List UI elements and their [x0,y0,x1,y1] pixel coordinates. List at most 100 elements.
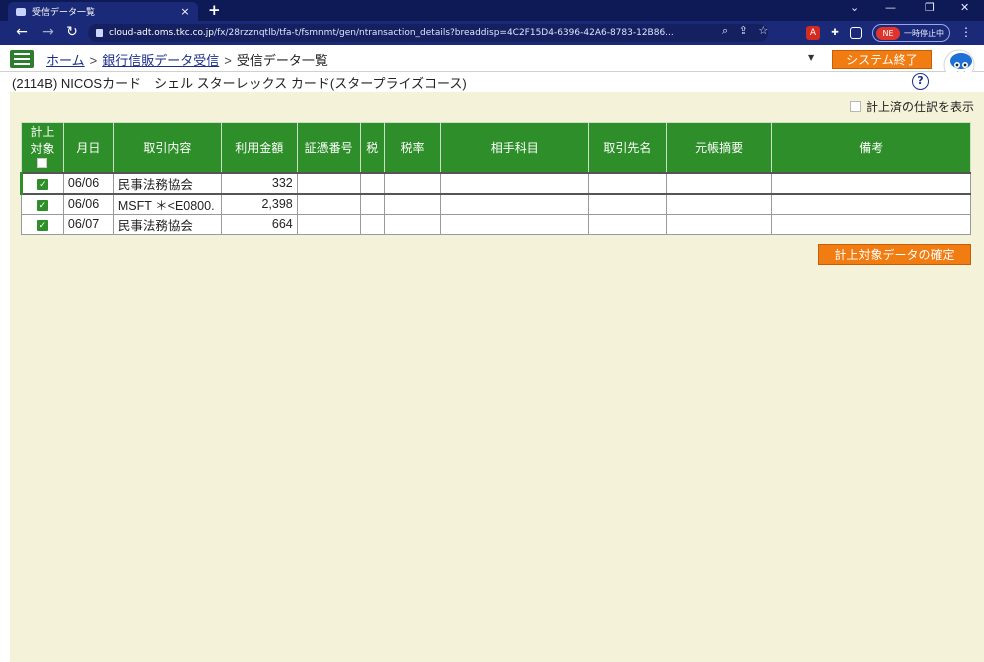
col-header-counter-account[interactable]: 相手科目 [440,122,589,173]
restore-icon[interactable]: ❐ [925,1,935,14]
col-header-voucher[interactable]: 証憑番号 [296,122,361,173]
col-header-description[interactable]: 取引内容 [112,122,222,173]
show-posted-label: 計上済の仕訳を表示 [865,100,974,114]
row-checkbox[interactable]: ✓ [36,200,48,211]
pause-label: 一時停止中 [904,28,944,38]
account-title: (2114B) NICOSカード シェル スターレックス カード(スタープライズ… [12,76,467,91]
ledger-memo-cell[interactable] [665,193,773,215]
row-checkbox[interactable]: ✓ [36,220,48,231]
menu-icon[interactable] [10,50,34,68]
confirm-posting-button[interactable]: 計上対象データの確定 [818,244,971,265]
tab-search-icon[interactable]: ⌄ [850,1,859,14]
row-checkbox[interactable]: ✓ [37,179,49,190]
profile-pause-pill[interactable]: NE 一時停止中 [872,24,950,42]
description-cell[interactable]: MSFT ＊<E0800. [112,193,222,215]
tab-close-icon[interactable]: × [178,5,192,18]
date-cell[interactable]: 06/06 [62,171,114,195]
row-check-cell[interactable]: ✓ [21,193,64,215]
col-header-check-line2: 対象 [30,142,55,157]
col-header-tax-rate[interactable]: 税率 [383,122,442,173]
partner-cell[interactable] [587,171,667,195]
main-content: 計上済の仕訳を表示 計上 対象 月日 取引内容 利用金額 証憑番号 税 税率 相… [10,92,984,662]
description-cell[interactable]: 民事法務協会 [112,213,222,235]
tax-rate-cell[interactable] [383,171,442,195]
browser-tab-strip: 受信データ一覧 × + ⌄ — ❐ ✕ [0,0,984,21]
table-header-row: 計上 対象 月日 取引内容 利用金額 証憑番号 税 税率 相手科目 取引先名 元… [21,122,971,173]
table-row[interactable]: ✓ 06/06 民事法務協会 332 [20,171,971,195]
browser-toolbar: ← → ↻ cloud-adt.oms.tkc.co.jp /fx/28rzzn… [0,21,984,45]
breadcrumb: ホーム > 銀行信販データ受信 > 受信データ一覧 [46,50,328,69]
browser-menu-icon[interactable]: ⋮ [960,25,972,39]
ledger-memo-cell[interactable] [665,171,773,195]
url-host: cloud-adt.oms.tkc.co.jp [109,28,214,38]
select-all-checkbox[interactable] [37,158,48,169]
col-header-ledger-memo[interactable]: 元帳摘要 [665,122,773,173]
tax-cell[interactable] [359,213,385,235]
chevron-down-icon[interactable]: ▼ [808,53,814,62]
zoom-icon[interactable]: ⌕ [722,24,728,37]
account-header: (2114B) NICOSカード シェル スターレックス カード(スタープライズ… [0,72,984,92]
voucher-cell[interactable] [296,193,361,215]
extension-pdf-icon[interactable]: A [806,26,820,40]
partner-cell[interactable] [587,213,667,235]
counter-account-cell[interactable] [440,213,589,235]
profile-avatar: NE [876,26,900,40]
col-header-check: 計上 対象 [21,122,64,173]
tax-rate-cell[interactable] [383,213,442,235]
tax-cell[interactable] [359,193,385,215]
tax-cell[interactable] [359,171,385,195]
breadcrumb-separator: > [89,53,98,68]
remarks-cell[interactable] [771,171,971,195]
breadcrumb-bank-data[interactable]: 銀行信販データ受信 [102,53,219,68]
remarks-cell[interactable] [771,213,971,235]
app-header: ホーム > 銀行信販データ受信 > 受信データ一覧 ▼ システム終了 [0,45,984,72]
show-posted-toggle[interactable]: 計上済の仕訳を表示 [849,98,974,115]
table-row[interactable]: ✓ 06/07 民事法務協会 664 [21,213,971,235]
partner-cell[interactable] [587,193,667,215]
new-tab-button[interactable]: + [208,1,221,19]
lock-icon [96,29,103,37]
share-icon[interactable]: ⇪ [739,24,748,37]
system-end-button[interactable]: システム終了 [832,50,932,69]
col-header-remarks[interactable]: 備考 [771,122,971,173]
date-cell[interactable]: 06/06 [62,193,114,215]
omnibox-icons: ⌕ ⇪ ☆ [722,24,768,38]
help-icon[interactable]: ? [912,73,929,90]
breadcrumb-home[interactable]: ホーム [46,53,85,68]
show-posted-checkbox[interactable] [849,101,861,112]
close-window-icon[interactable]: ✕ [960,1,969,14]
minimize-icon[interactable]: — [885,1,896,14]
tax-rate-cell[interactable] [383,193,442,215]
amount-cell[interactable]: 332 [220,171,298,195]
browser-tab[interactable]: 受信データ一覧 × [8,2,198,21]
col-header-date[interactable]: 月日 [62,122,114,173]
col-header-amount[interactable]: 利用金額 [220,122,298,173]
col-header-partner[interactable]: 取引先名 [587,122,667,173]
voucher-cell[interactable] [296,171,361,195]
col-header-tax[interactable]: 税 [359,122,385,173]
favicon-icon [16,7,26,16]
reload-icon[interactable]: ↻ [64,24,80,40]
forward-icon[interactable]: → [40,24,56,40]
tab-title: 受信データ一覧 [32,8,96,18]
sidepanel-icon[interactable] [850,27,862,39]
extensions-puzzle-icon[interactable]: ✚ [828,26,842,40]
voucher-cell[interactable] [296,213,361,235]
transactions-table: 計上 対象 月日 取引内容 利用金額 証憑番号 税 税率 相手科目 取引先名 元… [20,122,971,235]
back-icon[interactable]: ← [14,24,30,40]
counter-account-cell[interactable] [440,171,589,195]
description-cell[interactable]: 民事法務協会 [112,171,222,195]
breadcrumb-separator: > [224,53,232,68]
col-header-check-line1: 計上 [30,125,55,140]
remarks-cell[interactable] [771,193,971,215]
table-row[interactable]: ✓ 06/06 MSFT ＊<E0800. 2,398 [21,193,971,215]
row-check-cell[interactable]: ✓ [21,213,64,235]
ledger-memo-cell[interactable] [665,213,773,235]
star-icon[interactable]: ☆ [758,24,768,37]
date-cell[interactable]: 06/07 [62,213,114,235]
amount-cell[interactable]: 664 [220,213,298,235]
row-check-cell[interactable]: ✓ [20,171,64,195]
amount-cell[interactable]: 2,398 [220,193,298,215]
address-bar[interactable]: cloud-adt.oms.tkc.co.jp /fx/28rzznqtlb/t… [88,24,768,42]
counter-account-cell[interactable] [440,193,589,215]
